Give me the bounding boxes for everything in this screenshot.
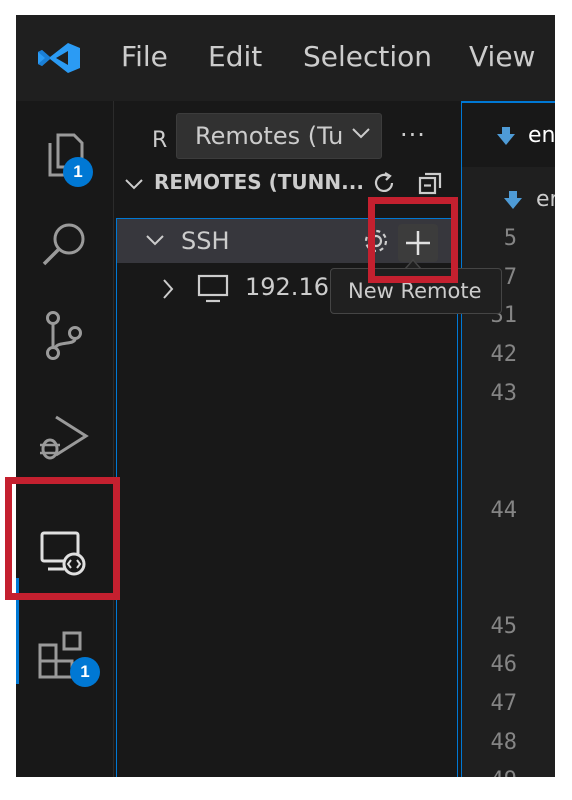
sidebar-view-letter: R xyxy=(152,128,168,153)
tab-label: en xyxy=(528,123,555,148)
menu-file[interactable]: File xyxy=(121,40,168,73)
more-actions-icon[interactable]: ··· xyxy=(400,121,426,149)
refresh-icon[interactable] xyxy=(370,169,398,197)
vscode-logo-icon xyxy=(38,43,80,73)
activity-source-control[interactable] xyxy=(36,307,92,363)
line-number: 5 xyxy=(503,226,517,251)
remotes-dropdown[interactable]: Remotes (Tu xyxy=(176,113,382,159)
section-header[interactable]: REMOTES (TUNN... xyxy=(114,167,460,199)
chevron-down-icon xyxy=(146,235,164,246)
breadcrumb[interactable]: er xyxy=(536,187,555,212)
title-bar: File Edit Selection View xyxy=(16,15,555,101)
line-number: 46 xyxy=(490,652,518,677)
activity-extensions[interactable]: 1 xyxy=(36,627,100,687)
menu-selection[interactable]: Selection xyxy=(303,40,432,73)
line-number: 48 xyxy=(490,730,518,755)
remotes-dropdown-value: Remotes (Tu xyxy=(195,122,344,150)
highlight-remote-explorer xyxy=(5,477,120,600)
download-arrow-icon xyxy=(504,191,522,209)
monitor-icon xyxy=(197,274,229,303)
editor-tab[interactable]: en xyxy=(462,101,555,167)
download-arrow-icon xyxy=(497,127,515,145)
line-number: 44 xyxy=(490,498,518,523)
line-number: 45 xyxy=(490,614,518,639)
vscode-window: File Edit Selection View 1 1 R Remotes (… xyxy=(16,15,555,777)
source-control-icon xyxy=(46,311,82,360)
activity-explorer[interactable]: 1 xyxy=(36,127,93,187)
collapse-all-icon[interactable] xyxy=(416,169,446,197)
tree-item-ssh-label: SSH xyxy=(181,227,230,255)
line-number: 42 xyxy=(490,342,518,367)
menu-view[interactable]: View xyxy=(469,40,535,73)
activity-search[interactable] xyxy=(36,217,92,273)
chevron-right-icon xyxy=(163,279,174,299)
section-title: REMOTES (TUNN... xyxy=(154,170,364,194)
explorer-badge: 1 xyxy=(63,157,93,187)
chevron-down-icon xyxy=(352,128,370,139)
menu-edit[interactable]: Edit xyxy=(208,40,262,73)
search-icon xyxy=(42,223,85,266)
line-number: 43 xyxy=(490,381,518,406)
activity-bar: 1 1 xyxy=(16,101,114,777)
run-debug-icon xyxy=(40,415,89,460)
extensions-badge: 1 xyxy=(70,657,100,687)
activity-run-debug[interactable] xyxy=(36,409,92,465)
editor-area: en er 5 7 31 42 43 44 45 46 47 48 49 xyxy=(461,101,555,777)
line-number: 49 xyxy=(462,768,518,777)
highlight-new-remote xyxy=(368,197,458,283)
chevron-down-icon xyxy=(125,179,143,190)
line-number: 47 xyxy=(490,691,518,716)
